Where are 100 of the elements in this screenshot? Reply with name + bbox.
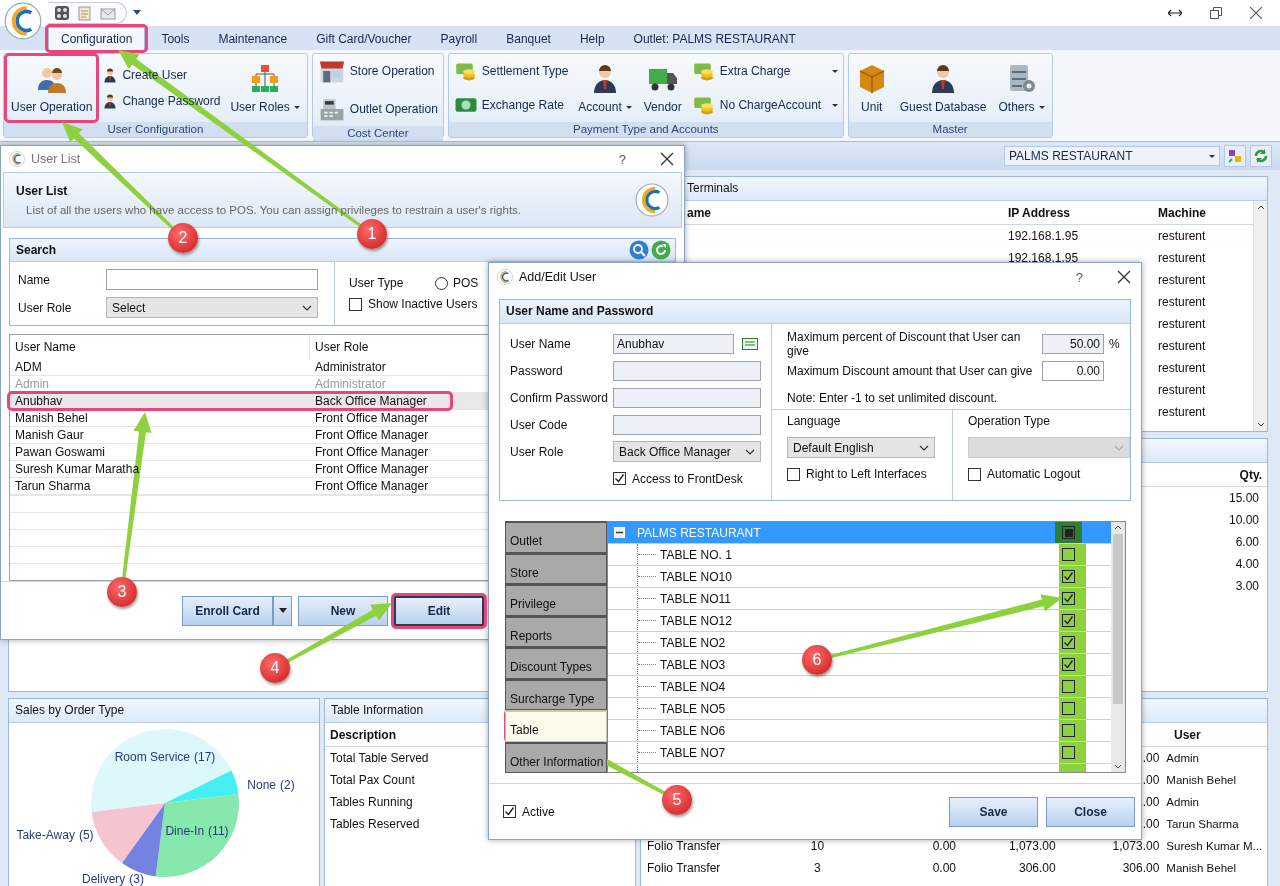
field-label: User Role: [18, 300, 73, 315]
radio-label: POS: [453, 276, 479, 290]
table-cell-text: Back Office Manager: [314, 394, 428, 408]
table-cell-text: Front Office Manager: [314, 445, 430, 459]
table-cell-text: Admin: [14, 377, 50, 391]
table-cell-text: 4.00: [1234, 557, 1260, 571]
table-cell-text: Total Table Served: [329, 751, 430, 765]
table-cell: Admin: [1166, 752, 1199, 764]
table-cell: 10: [810, 839, 825, 853]
table-cell: Manish Behel: [1166, 862, 1236, 874]
unit-label: %: [1108, 336, 1120, 351]
table-cell-text: ADM: [14, 360, 43, 374]
table-cell-text: resturent: [1157, 383, 1207, 397]
checkbox-label: Show Inactive Users: [368, 297, 478, 311]
table-cell-text: 3.00: [1234, 579, 1260, 593]
table-cell-text: resturent: [1157, 405, 1207, 419]
table-cell-text: resturent: [1157, 229, 1207, 243]
table-cell-text: Front Office Manager: [314, 479, 430, 493]
table-cell: .00: [1142, 773, 1160, 787]
table-cell-text: 6.00: [1234, 535, 1260, 549]
table-cell-text: resturent: [1157, 339, 1207, 353]
table-cell: 0.00: [932, 861, 956, 875]
table-cell: 1,073.00: [1008, 839, 1056, 853]
group-label: Cost Center: [312, 126, 443, 141]
table-cell-text: Administrator: [314, 377, 387, 391]
data-label: Room Service (17): [114, 750, 216, 764]
table-cell-text: Front Office Manager: [314, 411, 430, 425]
column-header: Description: [329, 727, 397, 742]
data-label: Dine-In (11): [165, 824, 229, 838]
table-cell: 306.00: [1122, 861, 1160, 875]
table-cell-text: resturent: [1157, 361, 1207, 375]
table-cell-text: Pawan Goswami: [14, 445, 107, 459]
field-label: Maximum percent of Discount that User can give: [787, 329, 1022, 358]
field-label: User Name: [510, 336, 572, 351]
tree-label: TABLE NO3: [660, 657, 726, 672]
tree-label: TABLE NO6: [660, 723, 726, 738]
table-cell: 306.00: [1018, 861, 1056, 875]
tree-label: TABLE NO5: [660, 701, 726, 716]
field-label: Maximum Discount amount that User can give: [787, 363, 1034, 378]
table-cell: Admin: [1166, 796, 1199, 808]
table-cell-text: 15.00: [1227, 491, 1260, 505]
tree-label: TABLE NO12: [660, 613, 732, 628]
field-label: Operation Type: [968, 414, 1051, 428]
tree-label: PALMS RESTAURANT: [637, 525, 761, 540]
table-cell-text: Front Office Manager: [314, 462, 430, 476]
table-cell-text: Manish Behel: [14, 411, 89, 425]
table-cell-text: Tables Running: [329, 795, 414, 809]
checkbox-label: Right to Left Interfaces: [806, 467, 927, 481]
table-cell-text: resturent: [1157, 273, 1207, 287]
table-cell: 1,073.00: [1112, 839, 1160, 853]
data-label: None (2): [247, 778, 295, 792]
panel-title: Sales by Order Type: [9, 699, 319, 723]
banner-title: User List: [16, 184, 69, 198]
table-cell-text: 10.00: [1227, 513, 1260, 527]
checkbox-label: Active: [522, 804, 555, 819]
column-header: Qty.: [1238, 467, 1263, 482]
tree-label: TABLE NO11: [660, 591, 731, 606]
field-label: User Type: [349, 276, 405, 290]
tree-label: TABLE NO7: [660, 745, 726, 760]
table-cell-text: 192.168.1.95: [1007, 229, 1080, 243]
table-cell: 0.00: [932, 839, 956, 853]
table-cell: Suresh Kumar M...: [1166, 840, 1263, 852]
tree-label: TABLE NO10: [660, 569, 732, 584]
table-cell-text: Tarun Sharma: [14, 479, 92, 493]
table-cell-text: resturent: [1157, 295, 1207, 309]
table-cell-text: Manish Gaur: [14, 428, 85, 442]
note-text: Note: Enter -1 to set unlimited discount.: [787, 389, 999, 407]
table-cell-text: Front Office Manager: [314, 428, 430, 442]
section-title: User Name and Password: [500, 300, 1130, 324]
table-cell: 3: [814, 861, 821, 875]
table-cell-text: Tables Reserved: [329, 817, 421, 831]
table-cell: .00: [1142, 751, 1160, 765]
table-cell-text: Administrator: [314, 360, 387, 374]
panel-title: Search: [16, 243, 57, 257]
tree-label: TABLE NO2: [660, 635, 726, 650]
group-label: Payment Type and Accounts: [448, 122, 843, 137]
data-label: Delivery (3): [82, 872, 144, 886]
field-label: Password: [510, 363, 564, 378]
table-cell-text: resturent: [1157, 251, 1207, 265]
column-header: Machine: [1157, 205, 1207, 220]
table-cell: .00: [1142, 795, 1160, 809]
checkbox-label: Automatic Logout: [987, 467, 1081, 481]
column-header: User Role: [314, 340, 370, 354]
data-label: Take-Away (5): [16, 828, 94, 842]
column-header: ame: [686, 205, 713, 220]
table-cell: .00: [1142, 817, 1160, 831]
table-cell-text: 192.168.1.95: [1007, 251, 1080, 265]
field-label: Language: [787, 414, 842, 428]
table-cell: Folio Transfer: [647, 839, 721, 853]
column-header: IP Address: [1007, 205, 1072, 220]
table-cell-text: Total Pax Count: [329, 773, 416, 787]
group-label: Master: [848, 122, 1052, 137]
column-header: User Name: [14, 340, 77, 354]
window-title: Add/Edit User: [519, 270, 597, 284]
field-label: Name: [18, 272, 51, 287]
column-header: User: [1173, 727, 1202, 742]
tree-label: TABLE NO. 1: [660, 547, 732, 562]
table-cell: Manish Behel: [1166, 774, 1236, 786]
field-label: Confirm Password: [510, 390, 610, 405]
field-label: User Role: [510, 444, 565, 459]
